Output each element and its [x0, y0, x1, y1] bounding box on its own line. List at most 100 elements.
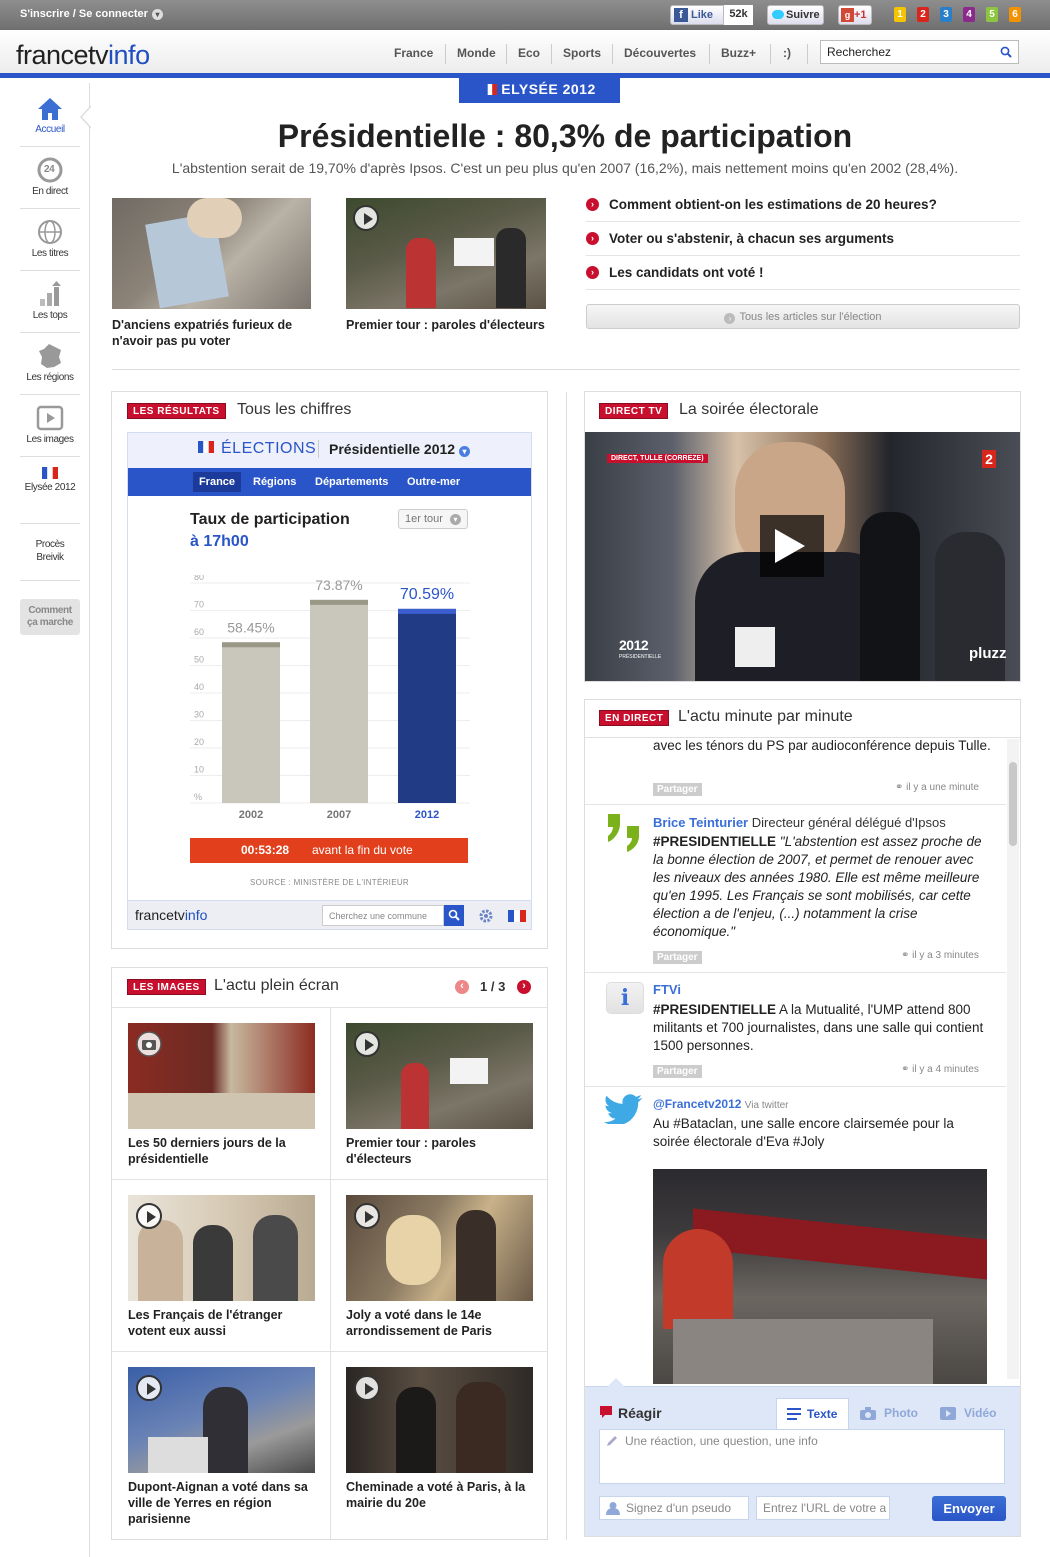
play-icon[interactable]	[353, 205, 379, 231]
author-name[interactable]: FTVi	[653, 982, 681, 997]
france-flag-icon[interactable]	[508, 910, 526, 922]
gallery-caption[interactable]: Premier tour : paroles d'électeurs	[346, 1135, 536, 1167]
gallery-caption[interactable]: Les 50 derniers jours de la présidentiel…	[128, 1135, 318, 1167]
channel-3-link[interactable]: 3	[940, 7, 952, 22]
commune-search-input[interactable]: Cherchez une commune	[322, 905, 444, 926]
camera-icon	[860, 1407, 876, 1420]
sidebar-item-regions[interactable]: Les régions	[20, 343, 80, 383]
story-caption[interactable]: Premier tour : paroles d'électeurs	[346, 317, 546, 333]
prev-arrow-icon[interactable]: ‹	[455, 980, 469, 994]
tab-outre-mer[interactable]: Outre-mer	[407, 476, 460, 488]
play-button[interactable]	[760, 515, 824, 577]
gallery-caption[interactable]: Dupont-Aignan a voté dans sa ville de Ye…	[128, 1479, 318, 1527]
gallery-caption[interactable]: Les Français de l'étranger votent eux au…	[128, 1307, 318, 1339]
channel-1-link[interactable]: 1	[894, 7, 906, 22]
pseudo-input[interactable]: Signez d'un pseudo	[599, 1496, 749, 1520]
nav-buzz[interactable]: Buzz+	[721, 46, 756, 60]
nav-smiley[interactable]: :)	[783, 46, 791, 60]
page-headline[interactable]: Présidentielle : 80,3% de participation	[100, 118, 1030, 155]
all-articles-button[interactable]: › Tous les articles sur l'élection	[586, 304, 1020, 329]
x-tick-label: 2002	[239, 809, 263, 821]
directtv-title[interactable]: La soirée électorale	[679, 401, 819, 419]
tab-texte[interactable]: Texte	[776, 1398, 849, 1430]
election-select[interactable]: Présidentielle 2012 ▾	[329, 441, 470, 457]
related-link[interactable]: Comment obtient-on les estimations de 20…	[609, 197, 937, 212]
commune-search-button[interactable]	[444, 905, 464, 926]
channel-2-link[interactable]: 2	[917, 7, 929, 22]
share-button[interactable]: Partager	[653, 783, 702, 796]
tab-france[interactable]: France	[193, 472, 241, 492]
author-name[interactable]: @Francetv2012	[653, 1097, 741, 1111]
gallery-image[interactable]	[128, 1023, 315, 1129]
story-image-expatries[interactable]	[112, 198, 311, 309]
google-plusone-button[interactable]: g +1	[838, 5, 872, 25]
signin-link[interactable]: S'inscrire / Se connecter ▾	[20, 8, 163, 20]
play-icon[interactable]	[354, 1375, 380, 1401]
person-shape	[253, 1215, 298, 1301]
site-logo[interactable]: francetvinfo	[16, 40, 150, 71]
sidebar-item-direct[interactable]: 24 En direct	[20, 157, 80, 197]
nav-monde[interactable]: Monde	[457, 46, 496, 60]
sidebar-item-proces-breivik[interactable]: Procès Breivik	[20, 538, 80, 564]
play-icon[interactable]	[354, 1031, 380, 1057]
comment-ca-marche-button[interactable]: Comment ça marche	[20, 599, 80, 635]
play-icon[interactable]	[354, 1203, 380, 1229]
gallery-image[interactable]	[128, 1195, 315, 1301]
live-video-player[interactable]: DIRECT, TULLE (CORREZE) 2 2012 PRÉSIDENT…	[585, 432, 1020, 681]
gallery-image[interactable]	[346, 1023, 533, 1129]
channel-5-link[interactable]: 5	[986, 7, 998, 22]
feed-entry-text: Au #Bataclan, une salle encore clairsemé…	[653, 1116, 954, 1149]
author-name[interactable]: Brice Teinturier	[653, 815, 748, 830]
sidebar-item-accueil[interactable]: Accueil	[20, 97, 80, 135]
search-icon[interactable]	[1000, 46, 1012, 58]
sidebar-item-tops[interactable]: Les tops	[20, 281, 80, 321]
gear-icon[interactable]	[478, 908, 494, 924]
feed-scrollbar-thumb[interactable]	[1009, 762, 1017, 846]
channel-6-link[interactable]: 6	[1009, 7, 1021, 22]
tab-regions[interactable]: Régions	[253, 476, 296, 488]
sidebar-item-images[interactable]: Les images	[20, 405, 80, 445]
nav-france[interactable]: France	[394, 46, 433, 60]
sidebar-item-titres[interactable]: Les titres	[20, 219, 80, 259]
play-icon[interactable]	[136, 1203, 162, 1229]
gallery-image[interactable]	[346, 1367, 533, 1473]
bar-value-label: 58.45%	[227, 619, 274, 635]
elysee-banner[interactable]: ELYSÉE 2012	[459, 77, 620, 103]
related-link[interactable]: Voter ou s'abstenir, à chacun ses argume…	[609, 231, 894, 246]
round-select[interactable]: 1er tour ▾	[398, 509, 468, 529]
sidebar-item-elysee[interactable]: Elysée 2012	[20, 467, 80, 493]
nav-eco[interactable]: Eco	[518, 46, 540, 60]
search-input[interactable]: Recherchez	[820, 40, 1019, 64]
tab-departements[interactable]: Départements	[315, 476, 388, 488]
live-title[interactable]: L'actu minute par minute	[678, 708, 853, 726]
share-button[interactable]: Partager	[653, 951, 702, 964]
nav-decouvertes[interactable]: Découvertes	[624, 46, 696, 60]
share-button[interactable]: Partager	[653, 1065, 702, 1078]
play-icon[interactable]	[136, 1375, 162, 1401]
gallery-image[interactable]	[346, 1195, 533, 1301]
all-articles-label: Tous les articles sur l'élection	[739, 311, 882, 323]
story-image-paroles[interactable]	[346, 198, 546, 309]
like-count: 52k	[723, 5, 753, 25]
channel-4-link[interactable]: 4	[963, 7, 975, 22]
send-button[interactable]: Envoyer	[932, 1496, 1006, 1521]
hashtag[interactable]: #PRESIDENTIELLE	[653, 1002, 776, 1017]
gallery-caption[interactable]: Cheminade a voté à Paris, à la mairie du…	[346, 1479, 536, 1511]
facebook-like-button[interactable]: f Like 52k	[670, 5, 753, 25]
globe-icon	[38, 220, 62, 244]
tweet-image[interactable]	[653, 1169, 987, 1384]
twitter-follow-button[interactable]: Suivre	[767, 5, 824, 25]
reaction-textarea[interactable]: Une réaction, une question, une info	[599, 1429, 1005, 1484]
hashtag[interactable]: #PRESIDENTIELLE	[653, 834, 776, 849]
nav-sports[interactable]: Sports	[563, 46, 601, 60]
images-title[interactable]: L'actu plein écran	[214, 977, 339, 995]
story-caption[interactable]: D'anciens expatriés furieux de n'avoir p…	[112, 317, 311, 349]
related-link[interactable]: Les candidats ont voté !	[609, 265, 764, 280]
pencil-icon	[607, 1436, 617, 1446]
next-arrow-icon[interactable]: ›	[517, 980, 531, 994]
gallery-image[interactable]	[128, 1367, 315, 1473]
gallery-caption[interactable]: Joly a voté dans le 14e arrondissement d…	[346, 1307, 536, 1339]
url-input[interactable]: Entrez l'URL de votre a	[756, 1496, 890, 1520]
sidebar-label: Les images	[26, 434, 74, 445]
results-title[interactable]: Tous les chiffres	[237, 401, 351, 419]
